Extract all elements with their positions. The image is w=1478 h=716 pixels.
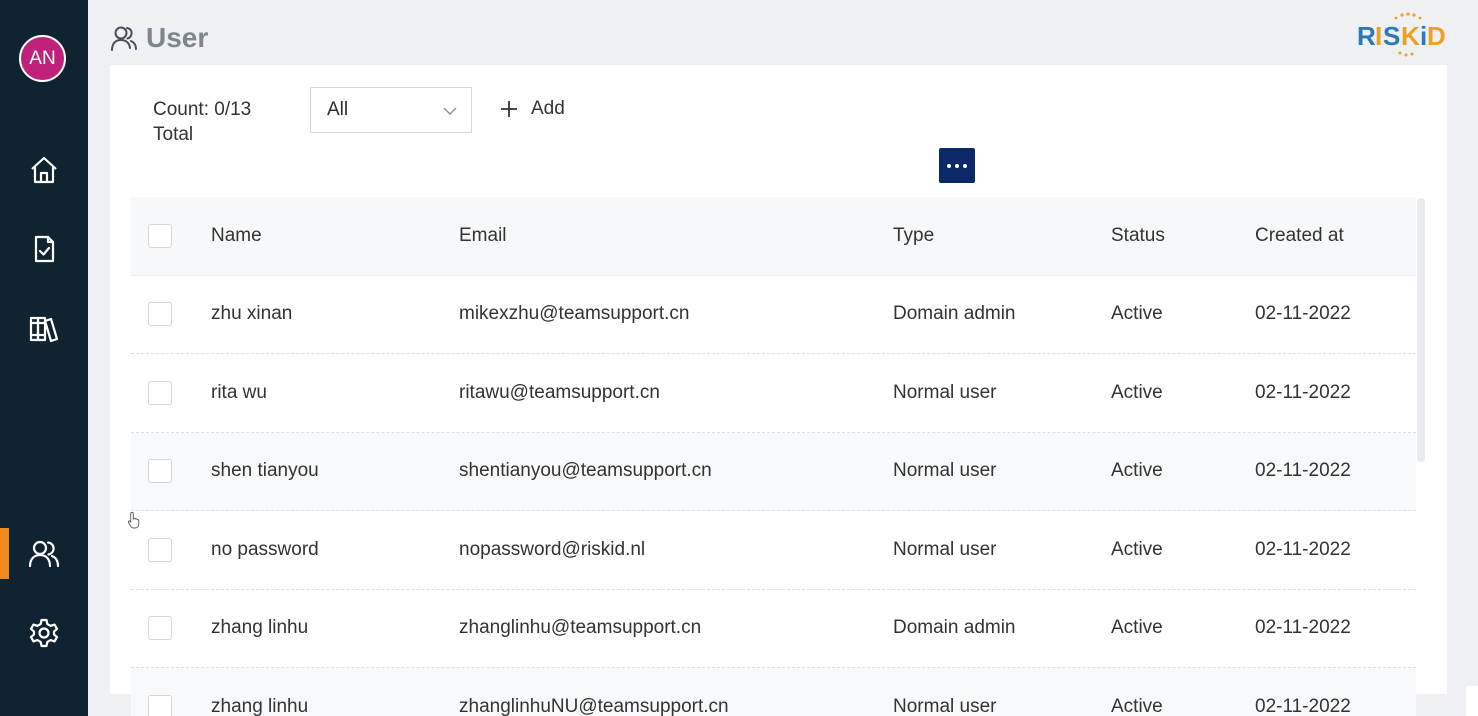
more-dot-icon [955, 163, 959, 168]
user-email: zhanglinhuNU@teamsupport.cn [459, 695, 729, 716]
user-created: 02-11-2022 [1255, 538, 1351, 560]
home-icon [31, 156, 57, 184]
user-email: nopassword@riskid.nl [459, 538, 646, 560]
svg-text:K: K [1401, 21, 1420, 51]
user-type: Normal user [893, 460, 997, 482]
table-scrollbar[interactable] [1417, 198, 1425, 462]
user-created: 02-11-2022 [1255, 303, 1351, 325]
filter-select-value: All [327, 99, 349, 120]
svg-text:D: D [1427, 21, 1446, 51]
row-checkbox[interactable] [148, 616, 172, 641]
clipboard-check-icon [34, 235, 55, 263]
user-type: Normal user [893, 381, 997, 403]
select-all-checkbox[interactable] [148, 223, 172, 248]
user-created: 02-11-2022 [1255, 695, 1351, 716]
user-name: zhang linhu [211, 695, 309, 716]
user-status: Active [1111, 617, 1163, 639]
sidebar-item-settings[interactable] [0, 607, 88, 659]
sidebar-item-home[interactable] [0, 144, 88, 196]
svg-text:R: R [1357, 21, 1376, 51]
row-checkbox[interactable] [148, 302, 172, 327]
user-name: no password [211, 538, 319, 560]
count-label: Count: 0/13 [153, 99, 252, 120]
user-name: zhang linhu [211, 617, 309, 639]
table-header-row: Name Email Type Status Created at [131, 197, 1416, 276]
user-email: mikexzhu@teamsupport.cn [459, 303, 690, 325]
users-table: Name Email Type Status Created at zhu xi… [131, 197, 1416, 716]
page-title: User [146, 22, 209, 53]
user-name: rita wu [211, 381, 267, 403]
column-header-status[interactable]: Status [1111, 197, 1165, 275]
more-dot-icon [947, 163, 951, 168]
sidebar-item-users[interactable] [0, 528, 88, 580]
user-created: 02-11-2022 [1255, 617, 1351, 639]
user-name: zhu xinan [211, 303, 293, 325]
user-status: Active [1111, 538, 1163, 560]
table-row[interactable]: shen tianyou shentianyou@teamsupport.cn … [131, 432, 1416, 511]
column-header-created[interactable]: Created at [1255, 197, 1344, 275]
column-header-email[interactable]: Email [459, 197, 507, 275]
user-type: Normal user [893, 538, 997, 560]
users-icon [28, 540, 60, 568]
user-avatar[interactable]: AN [19, 35, 66, 82]
filter-select[interactable]: All [310, 87, 472, 133]
table-row[interactable]: zhang linhu zhanglinhu@teamsupport.cn Do… [131, 590, 1416, 668]
user-created: 02-11-2022 [1255, 381, 1351, 403]
window-edge [1466, 686, 1478, 716]
user-created: 02-11-2022 [1255, 460, 1351, 482]
user-type: Domain admin [893, 617, 1016, 639]
table-row[interactable]: rita wu ritawu@teamsupport.cn Normal use… [131, 354, 1416, 433]
row-checkbox[interactable] [148, 459, 172, 484]
add-user-button[interactable]: Add [499, 94, 565, 124]
more-actions-button[interactable] [939, 148, 975, 183]
row-checkbox[interactable] [148, 694, 172, 716]
books-icon [29, 316, 59, 343]
user-icon [111, 26, 137, 51]
column-header-name[interactable]: Name [211, 197, 262, 275]
page-header: User [110, 18, 208, 58]
gear-icon [29, 618, 59, 648]
row-checkbox[interactable] [148, 537, 172, 562]
table-row[interactable]: zhu xinan mikexzhu@teamsupport.cn Domain… [131, 276, 1416, 354]
user-status: Active [1111, 303, 1163, 325]
riskid-logo: R I S K i D [1357, 12, 1446, 57]
row-checkbox[interactable] [148, 380, 172, 405]
column-header-type[interactable]: Type [893, 197, 934, 275]
more-dot-icon [963, 163, 967, 168]
hand-cursor-icon [127, 512, 140, 529]
table-row[interactable]: zhang linhu zhanglinhuNU@teamsupport.cn … [131, 668, 1416, 716]
user-status: Active [1111, 695, 1163, 716]
chevron-down-icon [443, 107, 457, 115]
table-row[interactable]: no password nopassword@riskid.nl Normal … [131, 511, 1416, 590]
sidebar-item-library[interactable] [0, 302, 88, 354]
user-email: shentianyou@teamsupport.cn [459, 460, 712, 482]
plus-icon [501, 101, 517, 117]
count-suffix: Total [153, 124, 194, 145]
add-user-label: Add [531, 98, 565, 119]
svg-text:S: S [1383, 21, 1400, 51]
user-name: shen tianyou [211, 460, 319, 482]
user-status: Active [1111, 460, 1163, 482]
user-type: Domain admin [893, 303, 1016, 325]
user-status: Active [1111, 381, 1163, 403]
user-email: zhanglinhu@teamsupport.cn [459, 617, 702, 639]
sidebar-item-tasks[interactable] [0, 223, 88, 275]
svg-text:I: I [1375, 21, 1382, 51]
user-type: Normal user [893, 695, 997, 716]
sidebar: AN [0, 0, 88, 716]
user-email: ritawu@teamsupport.cn [459, 381, 660, 403]
count-indicator: Count: 0/13 Total [153, 97, 251, 147]
